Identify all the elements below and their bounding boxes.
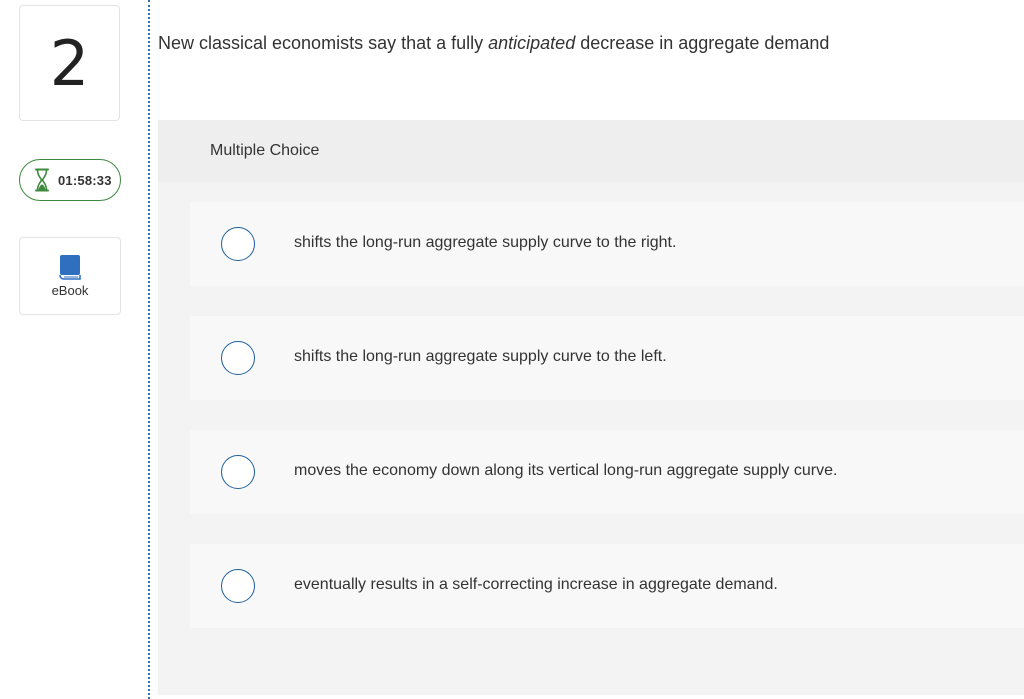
radio-button[interactable] (221, 455, 255, 489)
book-icon (59, 255, 81, 280)
timer-value: 01:58:33 (58, 172, 112, 188)
ebook-label: eBook (51, 283, 89, 298)
answer-option-2[interactable]: shifts the long-run aggregate supply cur… (190, 316, 1024, 400)
hourglass-icon (35, 168, 49, 192)
multiple-choice-panel: Multiple Choice shifts the long-run aggr… (158, 120, 1024, 695)
answer-option-label: shifts the long-run aggregate supply cur… (294, 348, 667, 365)
question-prompt: New classical economists say that a full… (158, 31, 1008, 55)
answer-option-label: shifts the long-run aggregate supply cur… (294, 234, 677, 251)
question-text-before: New classical economists say that a full… (158, 33, 489, 53)
question-text-after: decrease in aggregate demand (575, 33, 830, 53)
ebook-button[interactable]: eBook (19, 237, 121, 315)
timer-badge: 01:58:33 (19, 159, 121, 201)
answer-option-3[interactable]: moves the economy down along its vertica… (190, 430, 1024, 514)
radio-button[interactable] (221, 341, 255, 375)
answer-option-label: eventually results in a self-correcting … (294, 576, 778, 593)
question-text-emphasis: anticipated (488, 33, 576, 53)
question-number-card: 2 (19, 5, 120, 121)
multiple-choice-title: Multiple Choice (210, 142, 320, 159)
radio-button[interactable] (221, 569, 255, 603)
left-rail: 2 01:58:33 eBook (0, 0, 148, 699)
rail-divider (148, 0, 150, 699)
quiz-page: 2 01:58:33 eBook New classical economist… (0, 0, 1024, 699)
radio-button[interactable] (221, 227, 255, 261)
answer-option-label: moves the economy down along its vertica… (294, 462, 838, 479)
question-number: 2 (49, 27, 90, 100)
answer-option-1[interactable]: shifts the long-run aggregate supply cur… (190, 202, 1024, 286)
answer-option-4[interactable]: eventually results in a self-correcting … (190, 544, 1024, 628)
multiple-choice-header: Multiple Choice (158, 120, 1024, 182)
